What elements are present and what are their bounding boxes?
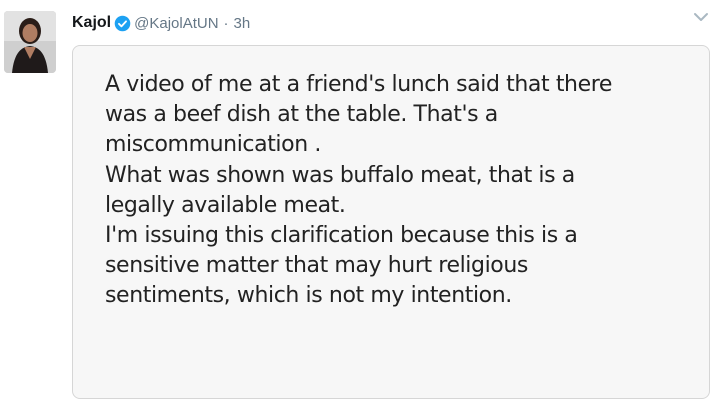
image-text: A video of me at a friend's lunch said t… [105,70,695,312]
verified-badge-icon [114,15,131,31]
avatar-image [4,11,56,73]
tweet-header: Kajol @KajolAtUN · 3h [72,11,250,35]
tweet: Kajol @KajolAtUN · 3h A video of me at a… [0,0,720,409]
timestamp[interactable]: 3h [234,15,251,32]
image-text-line: A video of me at a friend's lunch said t… [105,72,613,97]
user-handle[interactable]: @KajolAtUN [134,15,218,32]
separator-dot: · [223,14,229,32]
image-text-line: sensitive matter that may hurt religious [105,253,528,279]
image-text-line: miscommunication . [105,132,321,158]
chevron-down-icon[interactable] [692,10,710,24]
image-text-line: legally available meat. [105,192,346,218]
avatar[interactable] [4,11,56,73]
image-text-line: I'm issuing this clarification because t… [105,223,578,249]
tweet-image-card[interactable]: A video of me at a friend's lunch said t… [72,45,710,399]
display-name[interactable]: Kajol [72,14,111,32]
image-text-line: sentiments, which is not my intention. [105,283,512,309]
image-text-line: What was shown was buffalo meat, that is… [105,162,575,188]
image-text-line: was a beef dish at the table. That's a [105,102,498,128]
